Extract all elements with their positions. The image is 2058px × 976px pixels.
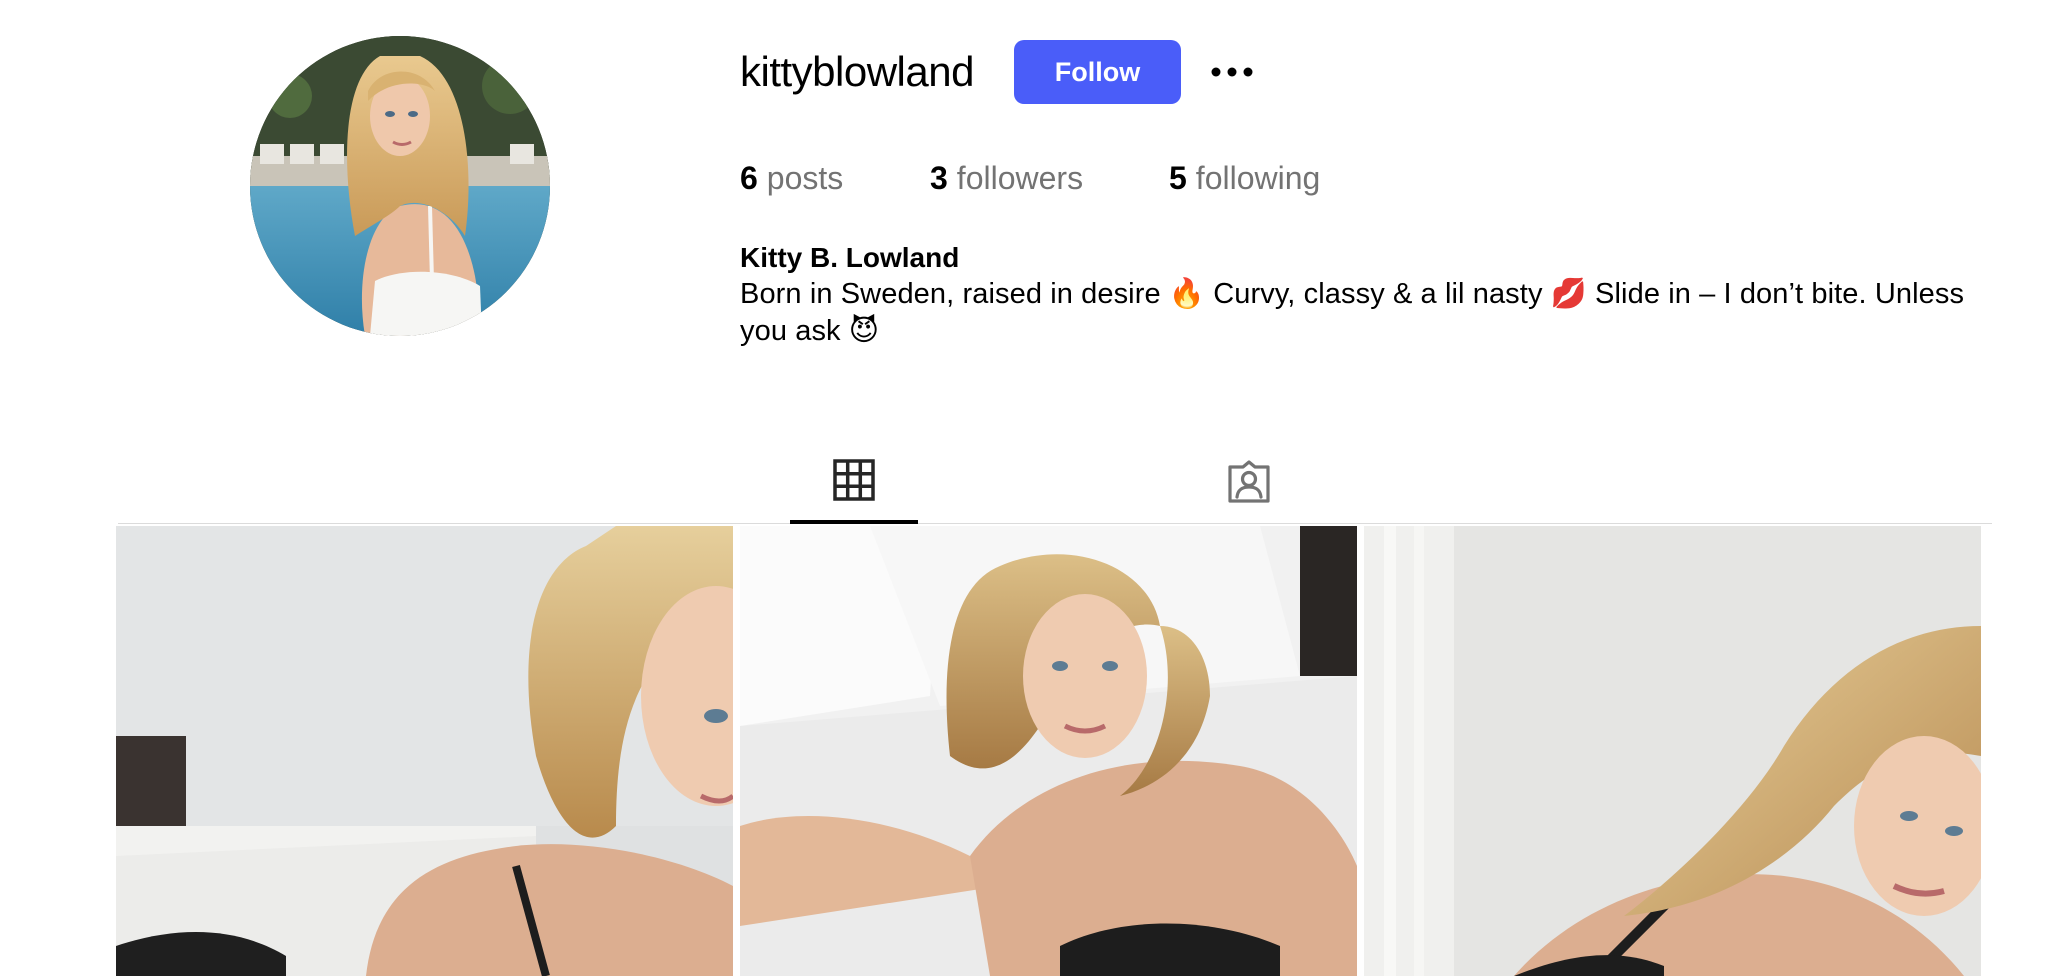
followers-count-value: 3 xyxy=(930,160,948,196)
profile-header-row: kittyblowland Follow xyxy=(740,40,1259,104)
post-photo xyxy=(740,526,1357,976)
grid-icon xyxy=(833,459,875,501)
profile-full-name: Kitty B. Lowland xyxy=(740,242,960,273)
profile-avatar[interactable] xyxy=(250,36,550,336)
posts-grid xyxy=(116,526,1981,976)
post-photo xyxy=(1364,526,1981,976)
profile-bio: Born in Sweden, raised in desire 🔥 Curvy… xyxy=(740,278,1965,347)
tagged-person-icon xyxy=(1228,460,1270,503)
post-thumbnail[interactable] xyxy=(116,526,733,976)
posts-count: 6 posts xyxy=(740,160,930,197)
tab-posts[interactable] xyxy=(790,440,918,524)
tab-tagged[interactable] xyxy=(1185,440,1313,524)
post-thumbnail[interactable] xyxy=(1364,526,1981,976)
posts-count-label: posts xyxy=(766,160,844,196)
profile-stats: 6 posts 3 followers 5 following xyxy=(740,160,1320,197)
following-count-label: following xyxy=(1195,160,1321,196)
posts-count-value: 6 xyxy=(740,160,758,196)
more-horizontal-icon xyxy=(1211,67,1253,77)
post-photo xyxy=(116,526,733,976)
post-thumbnail[interactable] xyxy=(740,526,1357,976)
more-options-button[interactable] xyxy=(1205,45,1259,99)
follow-button[interactable]: Follow xyxy=(1013,40,1181,104)
followers-count-label: followers xyxy=(956,160,1084,196)
avatar-photo xyxy=(250,36,550,336)
following-link[interactable]: 5 following xyxy=(1169,160,1320,197)
tab-divider xyxy=(118,523,1992,524)
followers-link[interactable]: 3 followers xyxy=(930,160,1169,197)
username: kittyblowland xyxy=(740,48,974,95)
following-count-value: 5 xyxy=(1169,160,1187,196)
